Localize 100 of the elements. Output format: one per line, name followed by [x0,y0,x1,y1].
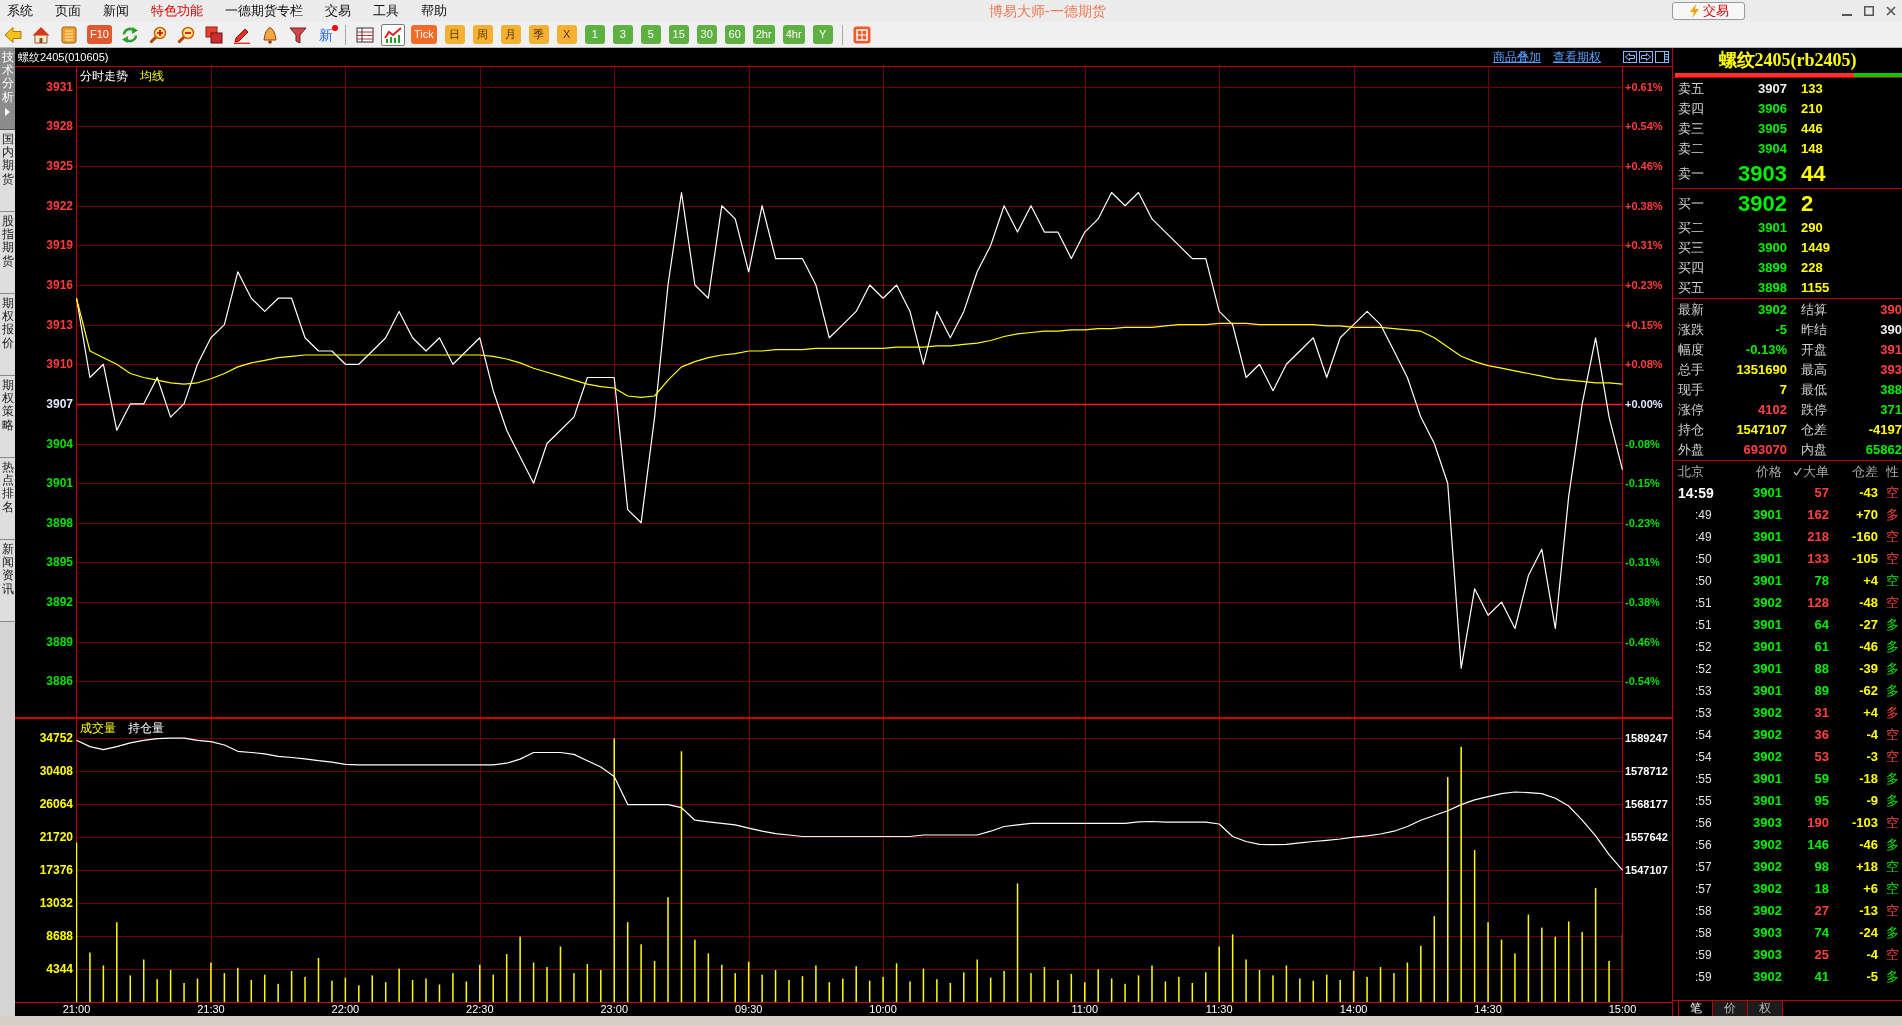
axis-label: 13032 [39,896,73,910]
tick-oi-change: -160 [1851,529,1878,545]
stat-value: 4102 [1758,402,1787,418]
stat-value: -4197 [1868,422,1902,438]
quote-label: 买二 [1678,220,1704,236]
stat-label: 仓差 [1801,422,1827,438]
tick-type: 空 [1886,529,1899,545]
axis-label: 26064 [39,797,73,811]
symbol-label: 螺纹2405(010605) [18,50,109,64]
axis-label: +0.31% [1625,238,1663,252]
quote-label: 卖三 [1678,121,1704,137]
legend-label: 分时走势 [80,69,128,83]
axis-label: 23:00 [600,1003,628,1016]
axis-label: 3913 [46,317,73,332]
tick-price: 3901 [1753,683,1782,699]
tick-oi-change: -46 [1859,639,1878,655]
quote-title: 螺纹2405(rb2405) [1718,49,1857,71]
axis-label: -0.23% [1625,516,1660,530]
quote-label: 买三 [1678,240,1704,256]
tick-price: 3901 [1753,617,1782,633]
axis-label: 3886 [46,674,73,689]
axis-label: 3901 [46,476,73,491]
quote-label: 卖五 [1678,81,1704,97]
stat-label: 外盘 [1678,442,1704,458]
stat-label: 开盘 [1801,342,1827,358]
axis-label: 3928 [46,119,73,134]
tick-oi-change: -46 [1859,837,1878,853]
stat-value: 390 [1880,322,1902,338]
tick-time: :57 [1695,859,1712,875]
tick-price: 3902 [1753,837,1782,853]
quote-price: 3902 [1738,191,1787,216]
tick-price: 3902 [1753,705,1782,721]
tick-time: 14:59 [1678,485,1714,501]
axis-label: +0.23% [1625,278,1663,292]
tick-time: :59 [1695,947,1712,963]
tick-volume: 53 [1814,749,1829,765]
axis-label: 8688 [46,929,73,943]
tick-oi-change: -4 [1866,947,1878,963]
tick-oi-change: -24 [1859,925,1878,941]
tick-volume: 95 [1814,793,1829,809]
tick-type: 多 [1886,617,1899,633]
axis-label: 1557642 [1625,830,1668,844]
stat-value: 7 [1779,382,1787,398]
stat-label: 跌停 [1801,402,1827,418]
stat-label: 昨结 [1801,322,1827,338]
quote-volume: 228 [1801,260,1823,276]
axis-label: 09:30 [734,1003,763,1016]
quote-price: 3905 [1758,121,1787,137]
axis-label: +0.46% [1625,159,1663,173]
stat-label: 持仓 [1678,422,1704,438]
tick-oi-change: -27 [1859,617,1878,633]
tick-time: :54 [1695,727,1712,743]
tick-time: :49 [1695,507,1712,523]
tick-volume: 64 [1814,617,1829,633]
quote-label: 卖一 [1678,165,1704,182]
tick-time: :58 [1695,925,1712,941]
tick-volume: 78 [1814,573,1829,589]
tick-oi-change: -4 [1866,727,1878,743]
axis-label: +0.61% [1625,80,1663,94]
tick-time: :50 [1695,551,1712,567]
tick-volume: 98 [1814,859,1829,875]
tick-price: 3901 [1753,639,1782,655]
axis-label: -0.54% [1625,674,1660,688]
tick-oi-change: -13 [1859,903,1878,919]
quote-price: 3899 [1758,260,1787,276]
tick-volume: 146 [1807,837,1829,853]
tick-type: 多 [1886,639,1899,655]
tick-type: 多 [1886,793,1899,809]
tick-oi-change: -62 [1859,683,1878,699]
axis-label: -0.38% [1625,595,1660,609]
tick-price: 3902 [1753,903,1782,919]
tick-volume: 162 [1807,507,1829,523]
tick-oi-change: -105 [1851,551,1878,567]
axis-label: +0.08% [1625,357,1663,371]
tick-type: 空 [1886,947,1899,963]
quote-volume: 148 [1801,141,1823,157]
tick-type: 空 [1886,551,1899,567]
stat-label: 总手 [1678,362,1704,378]
axis-label: 1547107 [1625,863,1668,877]
tick-time: :59 [1695,969,1712,985]
tick-time: :53 [1695,705,1712,721]
quote-price: 3901 [1758,220,1787,236]
tick-price: 3903 [1753,815,1782,831]
quote-label: 卖四 [1678,101,1704,117]
tick-price: 3902 [1753,859,1782,875]
tick-oi-change: -18 [1859,771,1878,787]
stat-label: 最低 [1801,382,1827,398]
axis-label: 21:30 [197,1003,225,1016]
quote-volume: 2 [1801,191,1814,216]
tick-volume: 41 [1814,969,1829,985]
legend-label: 均线 [140,69,164,83]
tick-type: 多 [1886,683,1899,699]
quote-price: 3906 [1758,101,1787,117]
stat-value: 65862 [1865,442,1902,458]
axis-label: 21:00 [62,1003,91,1016]
tick-type: 多 [1886,837,1899,853]
tick-oi-change: -43 [1859,485,1878,501]
tick-oi-change: +4 [1863,705,1878,721]
stat-label: 最新 [1678,302,1704,318]
quote-price: 3904 [1758,141,1787,157]
